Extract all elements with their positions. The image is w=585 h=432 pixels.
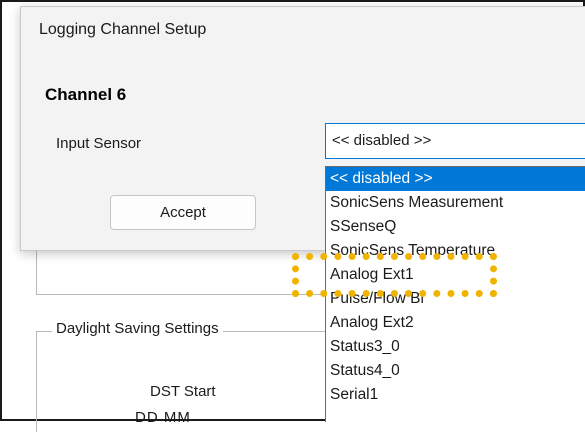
dst-start-label: DST Start bbox=[150, 383, 216, 400]
input-sensor-dropdown-list[interactable]: << disabled >> SonicSens Measurement SSens… bbox=[325, 166, 585, 422]
input-sensor-label: Input Sensor bbox=[56, 135, 142, 152]
dropdown-item[interactable]: SonicSens Measurement bbox=[326, 191, 585, 215]
dropdown-item[interactable]: Pulse/Flow Bi bbox=[326, 287, 585, 311]
channel-heading: Channel 6 bbox=[45, 85, 127, 104]
dropdown-item[interactable]: << disabled >> bbox=[326, 167, 585, 191]
dropdown-item[interactable]: Serial1 bbox=[326, 383, 585, 407]
input-sensor-combobox[interactable]: << disabled >> bbox=[325, 123, 585, 159]
dst-format-text: DD MM bbox=[135, 409, 191, 426]
dialog-title: Logging Channel Setup bbox=[39, 21, 207, 38]
dropdown-item[interactable]: SonicSens Temperature bbox=[326, 239, 585, 263]
accept-button[interactable]: Accept bbox=[110, 195, 256, 230]
dropdown-item[interactable]: Status3_0 bbox=[326, 335, 585, 359]
input-sensor-combobox-value: << disabled >> bbox=[332, 132, 432, 149]
dropdown-item[interactable]: Analog Ext2 bbox=[326, 311, 585, 335]
dropdown-item[interactable]: Status4_0 bbox=[326, 359, 585, 383]
dropdown-item[interactable]: Analog Ext1 bbox=[326, 263, 585, 287]
daylight-saving-group-label: Daylight Saving Settings bbox=[52, 320, 223, 337]
dropdown-item[interactable]: SSenseQ bbox=[326, 215, 585, 239]
